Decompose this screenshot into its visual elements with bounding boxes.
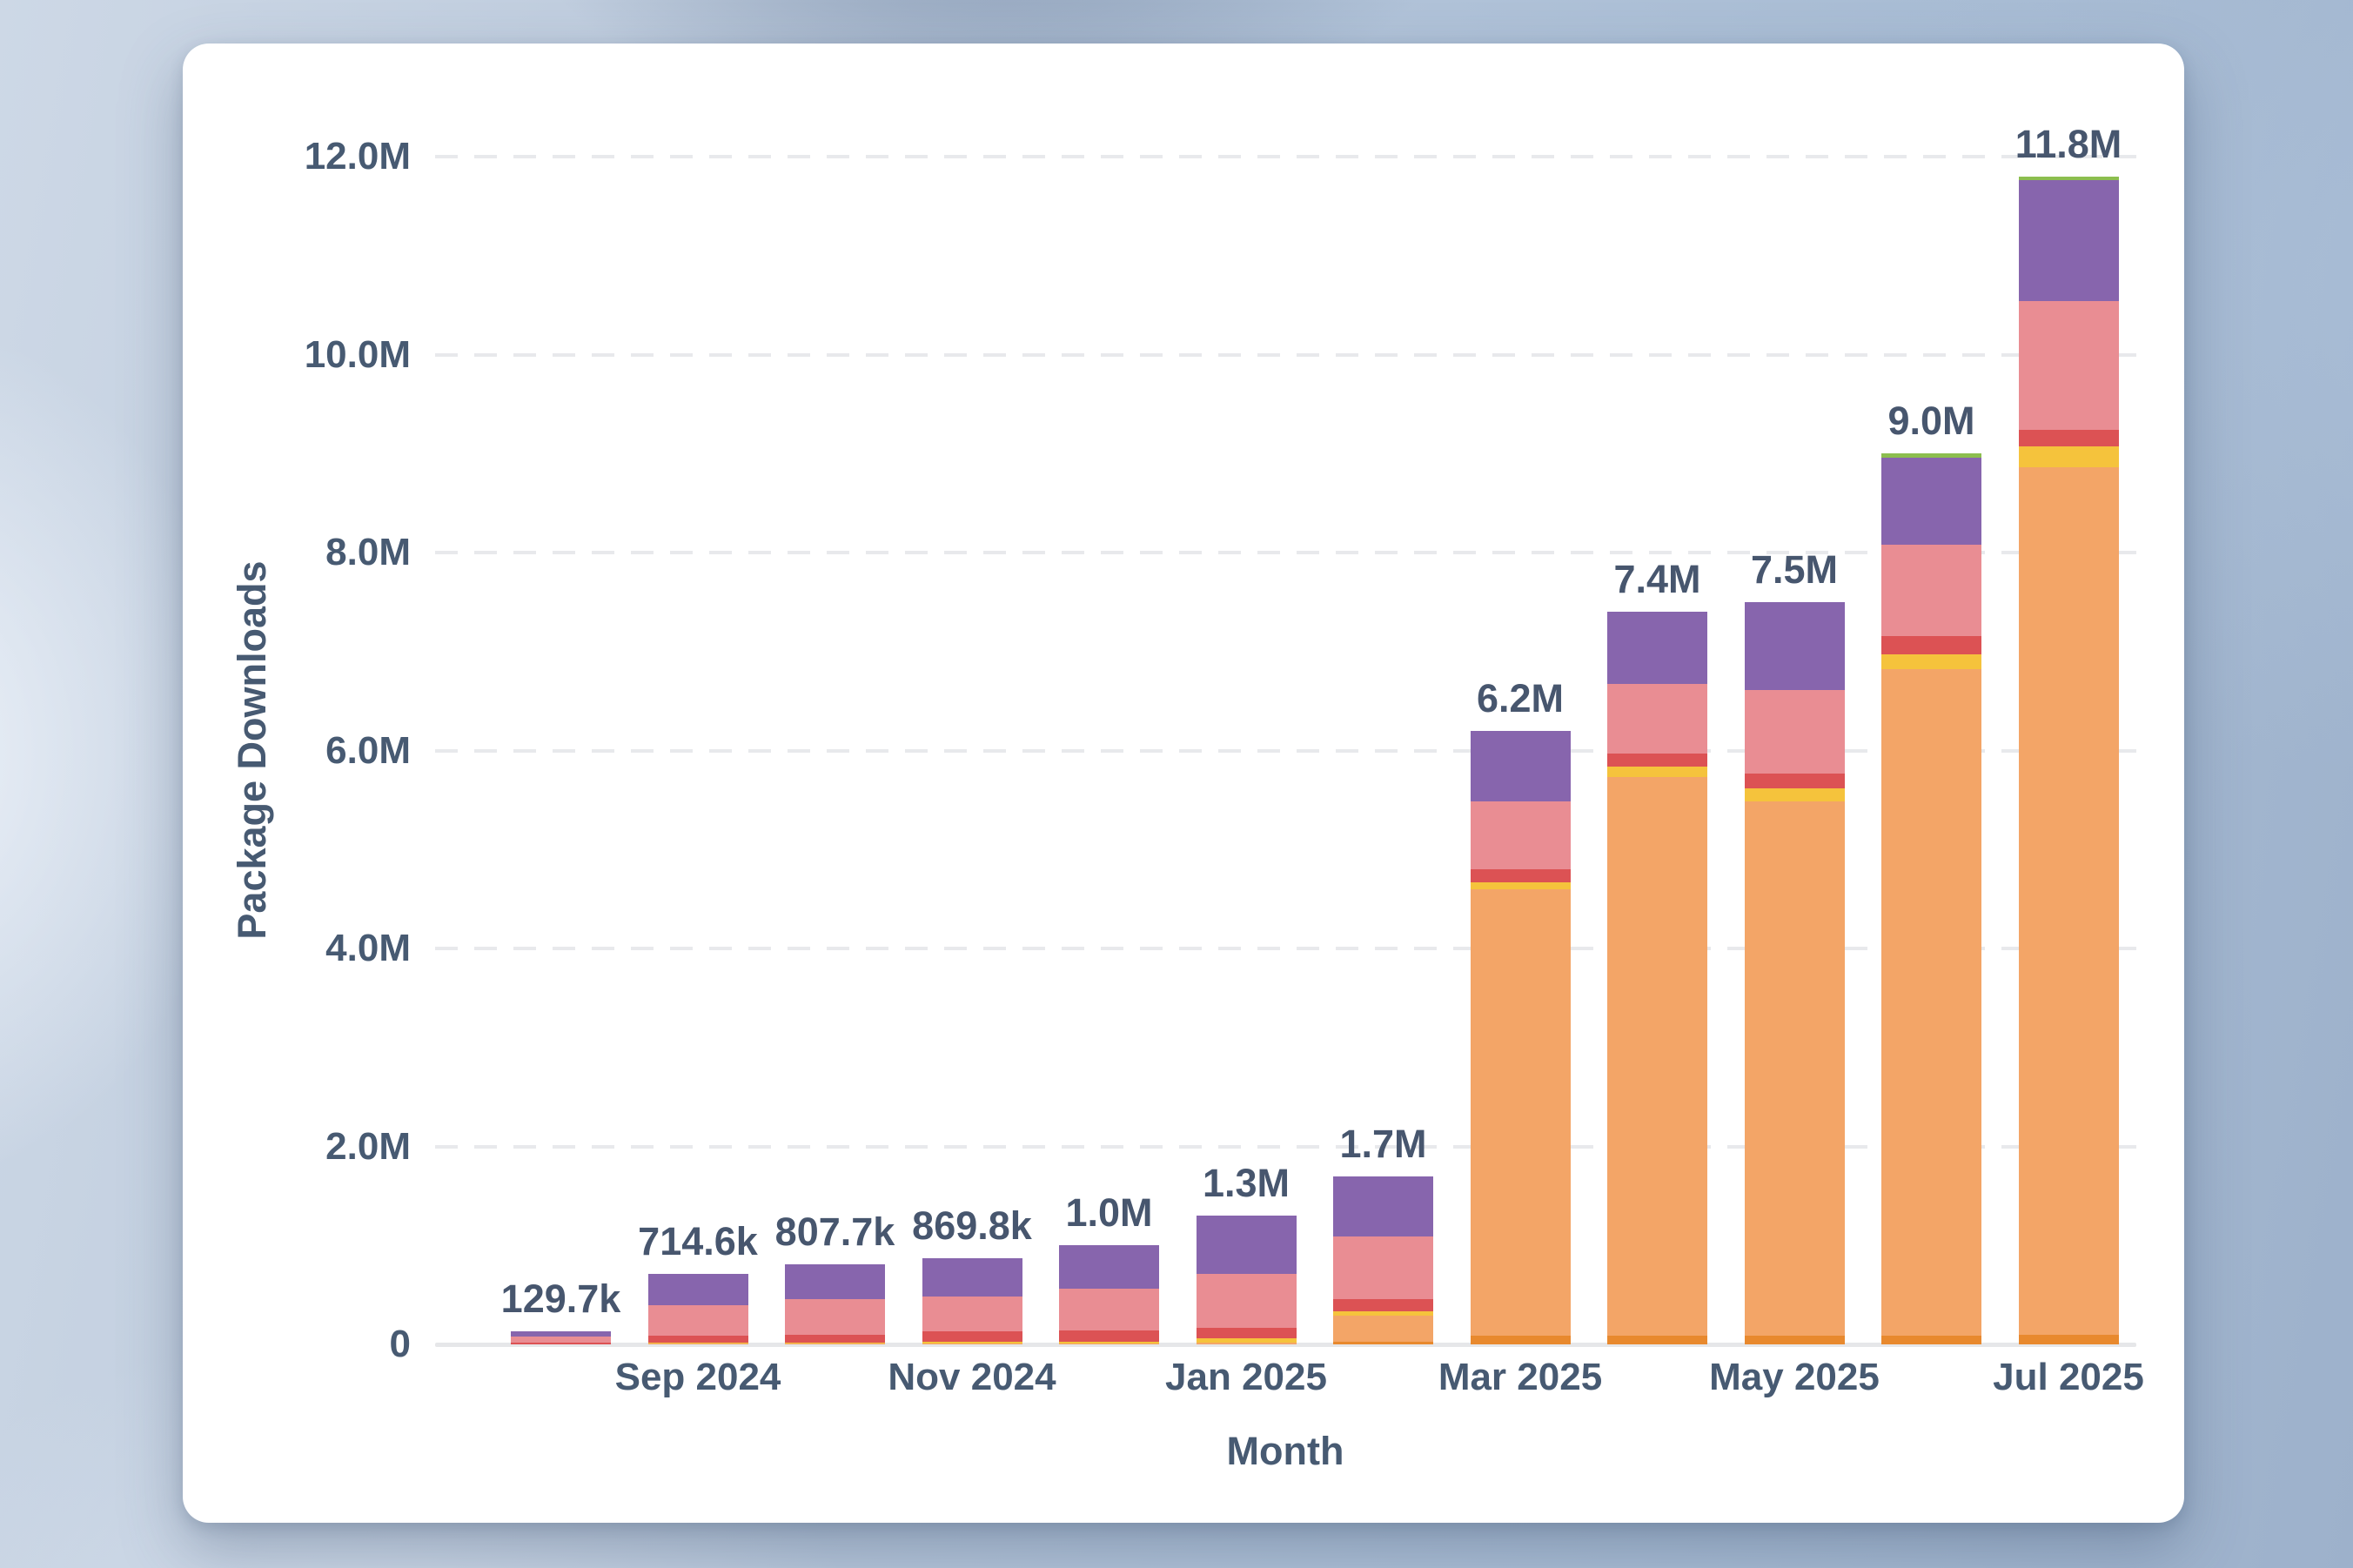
x-tick-label: May 2025 — [1664, 1357, 1925, 1398]
bar-total-label: 9.0M — [1887, 401, 1974, 441]
x-tick-label: Mar 2025 — [1390, 1357, 1651, 1398]
bar-total-label: 11.8M — [2015, 124, 2122, 164]
y-tick-label: 0 — [219, 1325, 411, 1364]
bar-total-label: 807.7k — [775, 1212, 895, 1252]
chart-card: Package Downloads Month 02.0M4.0M6.0M8.0… — [183, 44, 2184, 1523]
x-tick-label: Jul 2025 — [1938, 1357, 2199, 1398]
y-tick-label: 2.0M — [219, 1128, 411, 1166]
bar-total-label: 1.3M — [1203, 1163, 1290, 1203]
y-tick-label: 12.0M — [219, 137, 411, 176]
y-tick-label: 4.0M — [219, 929, 411, 968]
y-tick-label: 10.0M — [219, 336, 411, 374]
labels-layer: Package Downloads Month 02.0M4.0M6.0M8.0… — [183, 44, 2184, 1523]
y-tick-label: 8.0M — [219, 533, 411, 572]
x-tick-label: Sep 2024 — [567, 1357, 828, 1398]
desktop-background: { "colors": { "card_background": "#fffff… — [0, 0, 2353, 1568]
x-tick-label: Jan 2025 — [1116, 1357, 1377, 1398]
bar-total-label: 129.7k — [501, 1279, 621, 1319]
y-tick-label: 6.0M — [219, 732, 411, 770]
bar-total-label: 714.6k — [638, 1222, 758, 1262]
bar-total-label: 7.5M — [1751, 550, 1838, 590]
bar-total-label: 1.7M — [1339, 1124, 1426, 1164]
bar-total-label: 7.4M — [1613, 560, 1700, 600]
x-axis-title: Month — [1227, 1429, 1344, 1474]
x-tick-label: Nov 2024 — [841, 1357, 1103, 1398]
bar-total-label: 869.8k — [912, 1206, 1032, 1246]
bar-total-label: 1.0M — [1065, 1193, 1152, 1233]
bar-total-label: 6.2M — [1477, 679, 1564, 719]
